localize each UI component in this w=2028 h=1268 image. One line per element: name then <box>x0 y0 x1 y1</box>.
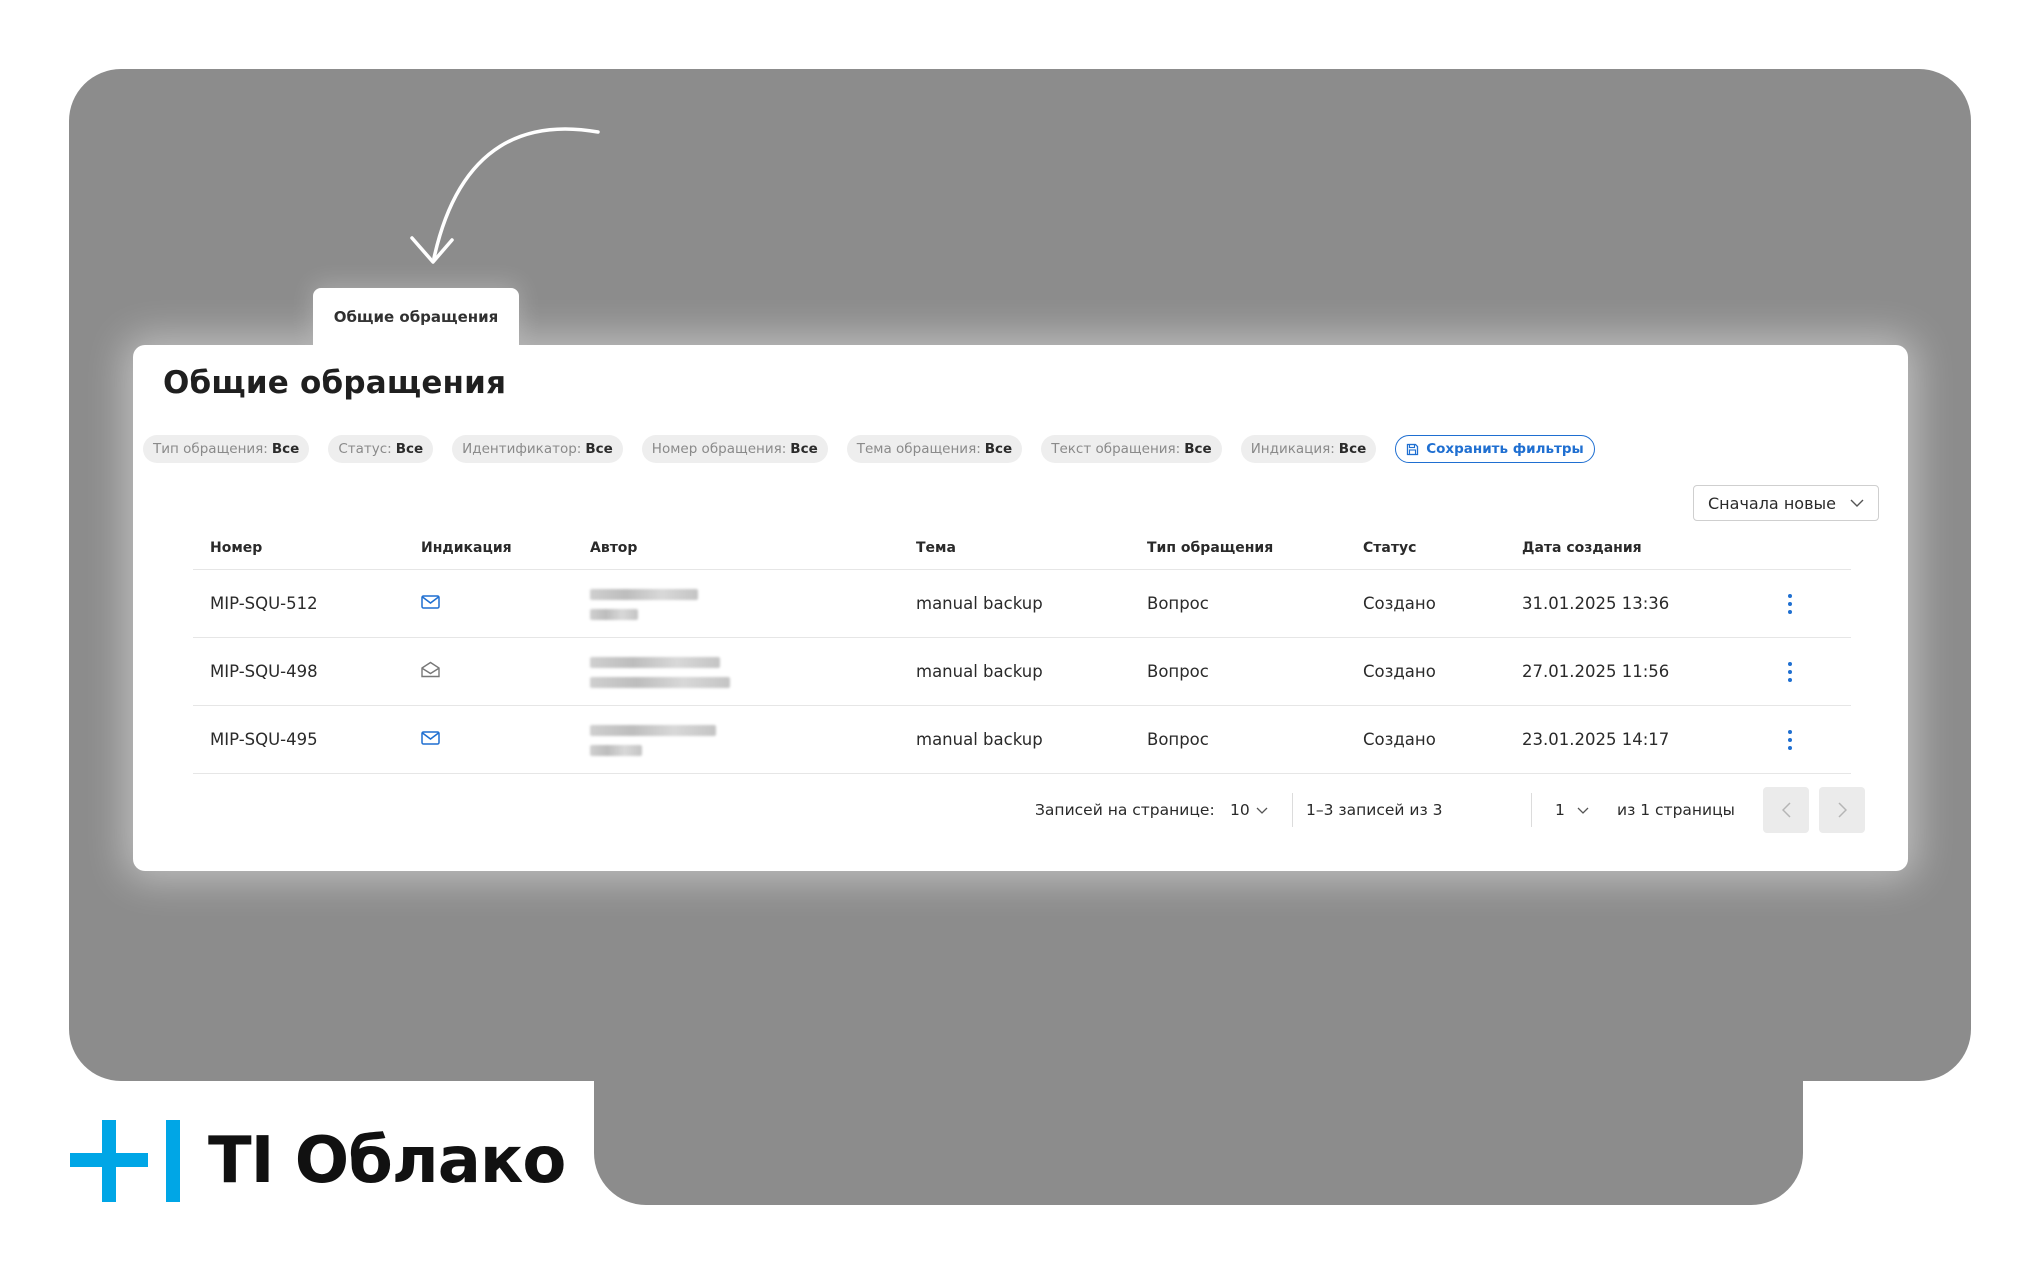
save-filters-button[interactable]: Сохранить фильтры <box>1395 435 1595 463</box>
filter-chip-status[interactable]: Статус: Все <box>328 435 434 463</box>
cell-status: Создано <box>1363 730 1436 749</box>
author-redacted <box>590 723 716 756</box>
filter-chip-type[interactable]: Тип обращения: Все <box>143 435 310 463</box>
requests-table: Номер Индикация Автор Тема Тип обращения… <box>193 527 1851 774</box>
cell-topic: manual backup <box>916 662 1043 681</box>
header-date[interactable]: Дата создания <box>1522 540 1642 556</box>
backdrop-notch-right <box>1803 1081 2028 1268</box>
table-row[interactable]: MIP-SQU-512 manual backup Вопрос Создано… <box>193 569 1851 637</box>
header-type[interactable]: Тип обращения <box>1147 540 1273 556</box>
envelope-open-icon <box>421 661 440 682</box>
cell-topic: manual backup <box>916 594 1043 613</box>
author-redacted <box>590 655 730 688</box>
cell-topic: manual backup <box>916 730 1043 749</box>
cell-status: Создано <box>1363 662 1436 681</box>
cell-number[interactable]: MIP-SQU-495 <box>210 730 318 749</box>
logo-plus-bar-icon <box>70 1120 180 1202</box>
chevron-down-icon <box>1256 807 1268 814</box>
chevron-right-icon <box>1837 802 1847 818</box>
backdrop-extension <box>594 1040 1803 1205</box>
divider <box>1531 793 1532 827</box>
header-topic[interactable]: Тема <box>916 540 956 556</box>
chevron-left-icon <box>1781 802 1791 818</box>
author-redacted <box>590 587 698 620</box>
filter-chip-number[interactable]: Номер обращения: Все <box>641 435 828 463</box>
cell-date: 23.01.2025 14:17 <box>1522 730 1670 749</box>
prev-page-button[interactable] <box>1763 787 1809 833</box>
row-menu-kebab-icon[interactable] <box>1780 729 1800 750</box>
filter-bar: Тип обращения: Все Статус: Все Идентификат… <box>143 434 1898 464</box>
of-pages-label: из 1 страницы <box>1617 801 1735 819</box>
curved-arrow-icon <box>410 127 600 264</box>
table-row[interactable]: MIP-SQU-498 manual backup Вопрос Создано… <box>193 637 1851 705</box>
envelope-closed-icon <box>421 594 440 613</box>
requests-card: Общие обращения Тип обращения: Все Статус… <box>133 345 1908 871</box>
sort-select[interactable]: Сначала новые <box>1693 485 1879 521</box>
page-select[interactable]: 1 <box>1555 801 1589 819</box>
header-status[interactable]: Статус <box>1363 540 1416 556</box>
filter-chip-identifier[interactable]: Идентификатор: Все <box>452 435 623 463</box>
envelope-closed-icon <box>421 730 440 749</box>
range-label: 1–3 записей из 3 <box>1306 801 1443 819</box>
save-icon <box>1407 443 1419 455</box>
filter-chip-indication[interactable]: Индикация: Все <box>1240 435 1377 463</box>
brand-logo: TI Облако <box>70 1120 566 1202</box>
row-menu-kebab-icon[interactable] <box>1780 661 1800 682</box>
filter-chip-topic[interactable]: Тема обращения: Все <box>846 435 1023 463</box>
next-page-button[interactable] <box>1819 787 1865 833</box>
chevron-down-icon <box>1577 807 1589 814</box>
per-page-select[interactable]: 10 <box>1230 801 1268 819</box>
header-author[interactable]: Автор <box>590 540 637 556</box>
filter-chip-text[interactable]: Текст обращения: Все <box>1041 435 1222 463</box>
cell-number[interactable]: MIP-SQU-498 <box>210 662 318 681</box>
header-number[interactable]: Номер <box>210 540 262 556</box>
cell-type: Вопрос <box>1147 662 1209 681</box>
tab-general-requests[interactable]: Общие обращения <box>313 288 519 346</box>
cell-type: Вопрос <box>1147 594 1209 613</box>
row-menu-kebab-icon[interactable] <box>1780 593 1800 614</box>
cell-number[interactable]: MIP-SQU-512 <box>210 594 318 613</box>
table-header: Номер Индикация Автор Тема Тип обращения… <box>193 527 1851 569</box>
cell-date: 27.01.2025 11:56 <box>1522 662 1670 681</box>
cell-status: Создано <box>1363 594 1436 613</box>
tab-label: Общие обращения <box>333 308 499 326</box>
per-page-label: Записей на странице: <box>1035 801 1215 819</box>
header-indication[interactable]: Индикация <box>421 540 512 556</box>
table-row[interactable]: MIP-SQU-495 manual backup Вопрос Создано… <box>193 705 1851 774</box>
cell-type: Вопрос <box>1147 730 1209 749</box>
page-title: Общие обращения <box>163 365 507 401</box>
divider <box>1292 793 1293 827</box>
logo-text: TI Облако <box>208 1124 566 1198</box>
sort-selected-value: Сначала новые <box>1708 493 1836 513</box>
chevron-down-icon <box>1850 499 1864 507</box>
pagination: Записей на странице: 10 1–3 записей из 3… <box>133 787 1908 835</box>
cell-date: 31.01.2025 13:36 <box>1522 594 1670 613</box>
